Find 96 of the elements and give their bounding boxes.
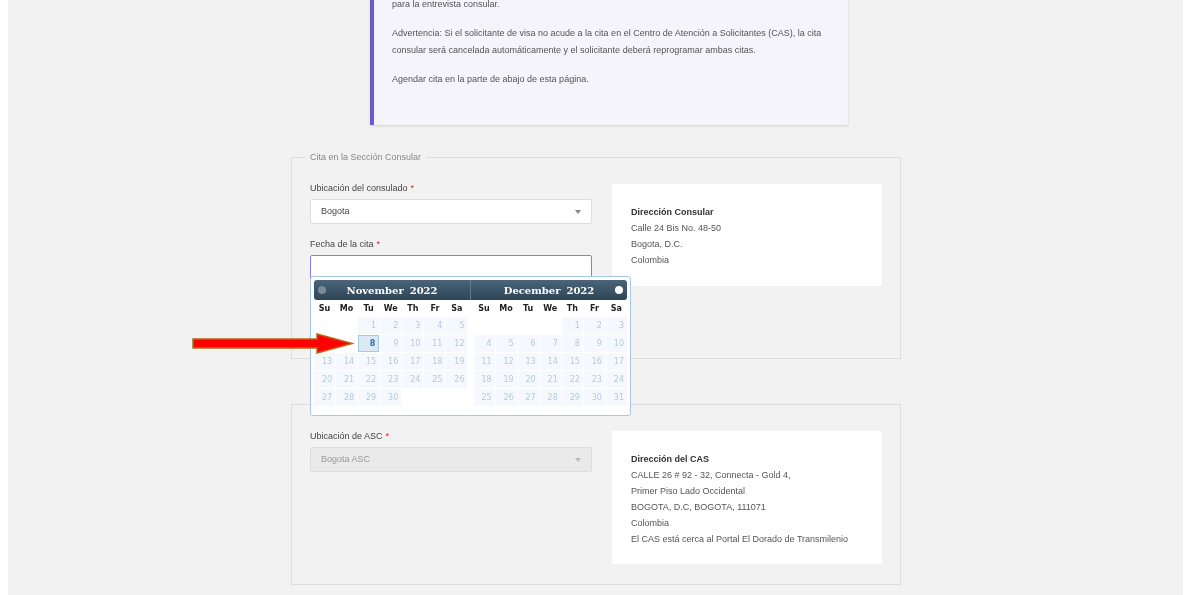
address-line: Colombia: [631, 254, 671, 267]
calendar-day[interactable]: 31: [605, 389, 627, 406]
calendar-day[interactable]: 4: [473, 335, 495, 352]
calendar-day[interactable]: 8: [561, 335, 583, 352]
calendar-day[interactable]: 23: [380, 371, 402, 388]
caret-icon: [575, 457, 581, 462]
weekday-label: Sa: [609, 303, 624, 315]
required-mark: *: [385, 430, 390, 442]
calendar-day[interactable]: 5: [495, 335, 517, 352]
calendar-day[interactable]: 19: [495, 371, 517, 388]
calendar-day[interactable]: 12: [495, 353, 517, 370]
weekday-label: Mo: [498, 303, 514, 315]
calendar-day[interactable]: 26: [495, 389, 517, 406]
calendar-day[interactable]: 27: [517, 389, 539, 406]
field-label: Ubicación del consulado: [310, 182, 408, 194]
weekday-label: Fr: [588, 303, 600, 315]
calendar-day[interactable]: 13: [517, 353, 539, 370]
weekday-label: Tu: [362, 303, 375, 315]
calendar-day[interactable]: 14: [336, 353, 358, 370]
calendar-day[interactable]: 22: [561, 371, 583, 388]
address-line: Bogota, D.C.: [631, 238, 684, 251]
calendar-day[interactable]: 6: [517, 335, 539, 352]
calendar-day[interactable]: 18: [473, 371, 495, 388]
calendar-day[interactable]: 28: [336, 389, 358, 406]
calendar-day[interactable]: 14: [539, 353, 561, 370]
calendar-day[interactable]: 19: [446, 353, 468, 370]
address-line: BOGOTA, D.C, BOGOTA, 111071: [631, 501, 767, 514]
calendar-day[interactable]: 22: [358, 371, 380, 388]
address-title: Dirección Consular: [631, 206, 715, 219]
calendar-day[interactable]: 21: [336, 371, 358, 388]
year-title: 2022: [409, 283, 438, 298]
notice-paragraph: para la entrevista consular.: [392, 0, 501, 11]
calendar-day[interactable]: 1: [561, 317, 583, 334]
weekday-label: We: [382, 303, 399, 315]
calendar-day[interactable]: 26: [446, 371, 468, 388]
weekday-label: We: [542, 303, 559, 315]
calendar-day[interactable]: 25: [424, 371, 446, 388]
next-month-icon[interactable]: [615, 286, 623, 294]
address-line: Calle 24 Bis No. 48-50: [631, 222, 723, 235]
calendar-day[interactable]: 18: [424, 353, 446, 370]
address-line: CALLE 26 # 92 - 32, Connecta - Gold 4,: [631, 469, 792, 482]
calendar-day[interactable]: 3: [402, 317, 424, 334]
calendar-day[interactable]: 16: [380, 353, 402, 370]
weekday-label: Th: [406, 303, 420, 315]
field-label: Fecha de la cita: [310, 238, 374, 250]
weekday-label: Tu: [522, 303, 535, 315]
calendar-day[interactable]: 10: [402, 335, 424, 352]
calendar-day[interactable]: 4: [424, 317, 446, 334]
calendar-day[interactable]: 23: [583, 371, 605, 388]
month-title: November: [346, 283, 404, 298]
notice-paragraph: Agendar cita en la parte de abajo de esta página.: [392, 73, 590, 86]
calendar-day[interactable]: 29: [358, 389, 380, 406]
weekday-label: Mo: [338, 303, 355, 315]
calendar-day[interactable]: 29: [561, 389, 583, 406]
address-line: Primer Piso Lado Occidental: [631, 485, 747, 498]
calendar-day[interactable]: 2: [380, 317, 402, 334]
calendar-day[interactable]: 12: [446, 335, 468, 352]
calendar-day[interactable]: 27: [314, 389, 336, 406]
calendar-day[interactable]: 10: [605, 335, 627, 352]
calendar-day[interactable]: 5: [446, 317, 468, 334]
weekday-label: Th: [565, 303, 579, 315]
weekday-label: Su: [477, 303, 491, 315]
address-line: Colombia: [631, 517, 671, 530]
calendar-day[interactable]: 17: [402, 353, 424, 370]
calendar-day[interactable]: 25: [473, 389, 495, 406]
calendar-day[interactable]: 11: [424, 335, 446, 352]
required-mark: *: [410, 182, 415, 194]
calendar-day[interactable]: 24: [402, 371, 424, 388]
calendar-day[interactable]: 24: [605, 371, 627, 388]
caret-icon: [575, 209, 581, 214]
weekday-label: Sa: [450, 303, 464, 315]
calendar-day[interactable]: 16: [583, 353, 605, 370]
calendar-day[interactable]: 20: [314, 371, 336, 388]
calendar-day[interactable]: 20: [517, 371, 539, 388]
calendar-day[interactable]: 15: [561, 353, 583, 370]
fieldset-legend: Cita en la Sección Consular: [305, 151, 427, 163]
calendar-day[interactable]: 2: [583, 317, 605, 334]
address-title: Dirección del CAS: [631, 453, 711, 466]
weekday-label: Fr: [429, 303, 441, 315]
calendar-day[interactable]: 17: [605, 353, 627, 370]
calendar-day[interactable]: 15: [358, 353, 380, 370]
calendar-day[interactable]: 1: [358, 317, 380, 334]
calendar-day[interactable]: 21: [539, 371, 561, 388]
calendar-day[interactable]: 7: [539, 335, 561, 352]
calendar-day[interactable]: 28: [539, 389, 561, 406]
select-dropdown[interactable]: Bogota: [310, 199, 592, 224]
notice-paragraph: Advertencia: Si el solicitante de visa no acude a la cita en el Centro de Atención a Solicitantes (CAS), la cita consular será cancelada automáticamente y el solicitante deberá reprogramar ambas citas.: [392, 27, 823, 57]
weekday-label: Su: [317, 303, 332, 315]
calendar-day[interactable]: 8: [358, 335, 380, 352]
required-mark: *: [376, 238, 381, 250]
month-title: December: [503, 283, 561, 298]
year-title: 2022: [566, 283, 595, 298]
address-line: El CAS está cerca al Portal El Dorado de Transmilenio: [631, 533, 850, 546]
field-label: Ubicación de ASC: [310, 430, 383, 442]
calendar-day[interactable]: 13: [314, 353, 336, 370]
calendar-day[interactable]: 11: [473, 353, 495, 370]
